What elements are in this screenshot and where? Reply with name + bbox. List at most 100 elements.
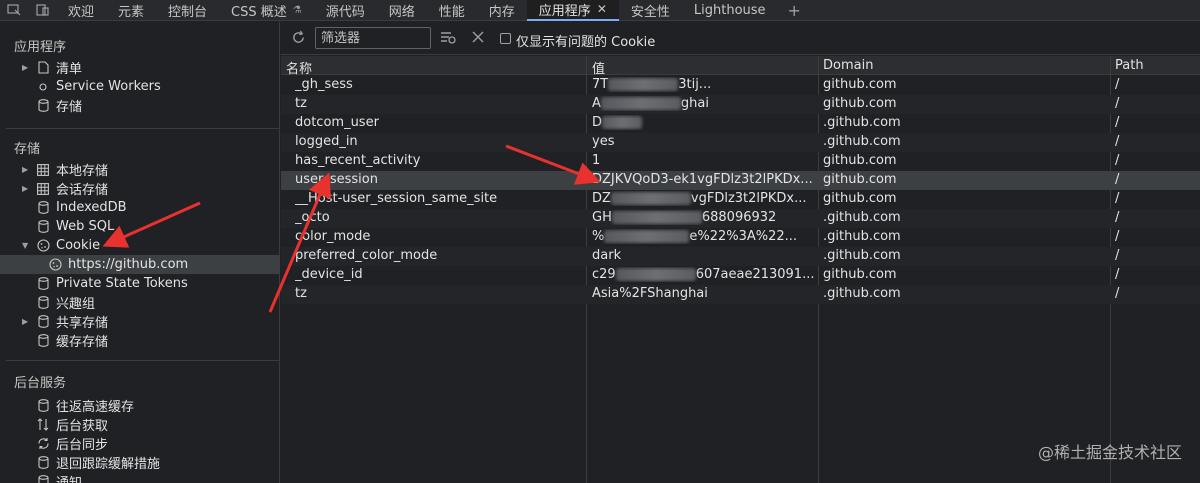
grid-icon xyxy=(36,163,50,176)
cookie-domain-cell: .github.com xyxy=(823,286,901,301)
sidebar-item-sidebar.bg_items-3[interactable]: ▶退回跟踪缓解措施 xyxy=(0,453,280,472)
sidebar-item-label: https://github.com xyxy=(68,257,189,272)
sidebar-item-sidebar.app_items-0[interactable]: ▶ 清单 xyxy=(0,58,280,77)
database-icon xyxy=(36,334,50,347)
sidebar-item-sidebar.bg_items-4[interactable]: ▶通知 xyxy=(0,472,280,483)
sidebar-item-sidebar.storage_items-7[interactable]: ▶兴趣组 xyxy=(0,293,280,312)
sidebar-item-indexeddb[interactable]: ▶IndexedDB xyxy=(0,198,280,217)
divider xyxy=(6,360,280,361)
cookie-value-text: DZJKVQoD3-ek1vgFDlz3t2lPKDx... xyxy=(592,172,813,187)
inspect-element-icon[interactable] xyxy=(0,0,28,21)
database-icon xyxy=(36,315,50,328)
sidebar-item-label: Cookie xyxy=(56,238,101,253)
tab-security[interactable]: 安全性 xyxy=(619,0,682,21)
device-toolbar-icon[interactable] xyxy=(28,0,56,21)
table-row[interactable]: dotcom_user D .github.com / xyxy=(281,114,1200,133)
collapsed-triangle-icon[interactable]: ▶ xyxy=(22,165,32,174)
section-title-storage: 存储 xyxy=(14,142,41,157)
sidebar-item-sidebar.storage_items-0[interactable]: ▶ 本地存储 xyxy=(0,160,280,179)
table-row[interactable]: tz Aghai github.com / xyxy=(281,95,1200,114)
only-issues-checkbox[interactable] xyxy=(500,33,511,44)
column-header-name[interactable]: 名称 xyxy=(286,58,312,77)
table-row[interactable]: _device_id c29 607aeae213091... github.com / xyxy=(281,266,1200,285)
table-row[interactable]: preferred_color_mode dark .github.com / xyxy=(281,247,1200,266)
sidebar-item-sidebar.app_items-2[interactable]: ▶存储 xyxy=(0,96,280,115)
collapsed-triangle-icon[interactable]: ▶ xyxy=(22,184,32,193)
tab-welcome[interactable]: 欢迎 xyxy=(56,0,106,21)
redacted-blur xyxy=(602,116,643,129)
collapsed-triangle-icon[interactable]: ▶ xyxy=(22,317,32,326)
cookie-domain-cell: github.com xyxy=(823,267,897,282)
cookie-value-text: 1 xyxy=(592,153,601,168)
table-row[interactable]: user_session DZJKVQoD3-ek1vgFDlz3t2lPKDx.… xyxy=(281,171,1200,190)
sidebar-item-sidebar.storage_items-1[interactable]: ▶ 会话存储 xyxy=(0,179,280,198)
cookie-domain-cell: github.com xyxy=(823,77,897,92)
sidebar-item-https-github-com[interactable]: ▶https://github.com xyxy=(0,255,280,274)
sidebar-item-web-sql[interactable]: ▶Web SQL xyxy=(0,217,280,236)
tab-lighthouse[interactable]: Lighthouse xyxy=(682,0,778,21)
tab-elements[interactable]: 元素 xyxy=(106,0,156,21)
cookie-value-text: Asia%2FShanghai xyxy=(592,286,708,301)
refresh-icon[interactable] xyxy=(291,30,306,49)
clear-all-icon[interactable] xyxy=(471,30,485,48)
cookie-toolbar: 仅显示有问题的 Cookie xyxy=(281,22,1200,55)
sidebar-item-label: 通知 xyxy=(56,472,82,483)
sidebar-item-sidebar.bg_items-2[interactable]: ▶后台同步 xyxy=(0,434,280,453)
cookie-path-cell: / xyxy=(1115,191,1120,206)
cookie-value-text: 7T xyxy=(592,77,609,92)
tab-css-overview[interactable]: CSS 概述 ⚗ xyxy=(219,0,314,21)
column-header-domain[interactable]: Domain xyxy=(823,58,873,73)
sidebar-item-service-workers[interactable]: ▶Service Workers xyxy=(0,77,280,96)
cookie-path-cell: / xyxy=(1115,115,1120,130)
sidebar-item-label: 本地存储 xyxy=(56,164,109,179)
database-icon xyxy=(36,220,50,233)
tab-performance[interactable]: 性能 xyxy=(427,0,477,21)
cookie-path-cell: / xyxy=(1115,229,1120,244)
filter-input[interactable] xyxy=(315,27,431,49)
cookie-name-cell: __Host-user_session_same_site xyxy=(295,191,498,206)
cookie-value-cell: DZ vgFDlz3t2lPKDx... xyxy=(592,191,817,206)
expanded-triangle-icon[interactable]: ▼ xyxy=(22,241,32,250)
clear-filtered-icon[interactable] xyxy=(440,30,456,49)
column-header-path[interactable]: Path xyxy=(1115,58,1144,73)
sidebar-item-cookie[interactable]: ▼ Cookie xyxy=(0,236,280,255)
tab-application[interactable]: 应用程序 ✕ xyxy=(526,0,619,21)
collapsed-triangle-icon[interactable]: ▶ xyxy=(22,63,32,72)
tab-network[interactable]: 网络 xyxy=(377,0,427,21)
table-row[interactable]: has_recent_activity 1 github.com / xyxy=(281,152,1200,171)
sidebar-item-label: 存储 xyxy=(56,100,83,115)
cookie-value-text: c29 xyxy=(592,267,616,282)
table-row[interactable]: tz Asia%2FShanghai .github.com / xyxy=(281,285,1200,304)
cookie-value-text: vgFDlz3t2lPKDx... xyxy=(690,191,807,206)
cookie-icon xyxy=(48,258,62,271)
sidebar-item-private-state-tokens[interactable]: ▶Private State Tokens xyxy=(0,274,280,293)
cookie-domain-cell: .github.com xyxy=(823,134,901,149)
only-issues-label: 仅显示有问题的 Cookie xyxy=(516,35,656,50)
tab-console[interactable]: 控制台 xyxy=(156,0,219,21)
table-row[interactable]: color_mode% e%22%3A%22... .github.com / xyxy=(281,228,1200,247)
tab-memory[interactable]: 内存 xyxy=(477,0,527,21)
tab-sources[interactable]: 源代码 xyxy=(314,0,377,21)
cookie-name-cell: logged_in xyxy=(295,134,358,149)
database-icon xyxy=(36,99,50,112)
sidebar-item-label: Service Workers xyxy=(56,79,161,94)
close-icon[interactable]: ✕ xyxy=(597,2,607,16)
cookie-panel: 仅显示有问题的 Cookie 名称 值 Domain Path _gh_sess… xyxy=(281,22,1200,483)
column-header-value[interactable]: 值 xyxy=(592,58,605,77)
table-row[interactable]: _gh_sess 7T 3tij... github.com / xyxy=(281,76,1200,95)
table-row[interactable]: logged_in yes .github.com / xyxy=(281,133,1200,152)
table-row[interactable]: _octo GH 688096932 .github.com / xyxy=(281,209,1200,228)
cookie-value-cell: dark xyxy=(592,248,817,263)
updown-arrows-icon xyxy=(36,418,50,431)
cookie-value-text: D xyxy=(592,115,603,130)
application-sidebar: 应用程序 ▶清单▶Service Workers▶存储 存储 ▶本地存储▶会话存… xyxy=(0,22,280,483)
cookie-value-text: ghai xyxy=(680,96,709,111)
table-row[interactable]: __Host-user_session_same_site DZ vgFDlz3t2… xyxy=(281,190,1200,209)
devtools-tabbar: 欢迎 元素 控制台 CSS 概述 ⚗ 源代码 网络 性能 内存 应用程序 ✕ 安全性… xyxy=(0,0,1200,21)
cookie-path-cell: / xyxy=(1115,267,1120,282)
sidebar-item-sidebar.storage_items-9[interactable]: ▶缓存存储 xyxy=(0,331,280,350)
sidebar-item-sidebar.bg_items-0[interactable]: ▶往返高速缓存 xyxy=(0,396,280,415)
sidebar-item-sidebar.storage_items-8[interactable]: ▶ 共享存储 xyxy=(0,312,280,331)
sidebar-item-sidebar.bg_items-1[interactable]: ▶后台获取 xyxy=(0,415,280,434)
add-tab-plus-icon[interactable]: + xyxy=(778,0,811,21)
